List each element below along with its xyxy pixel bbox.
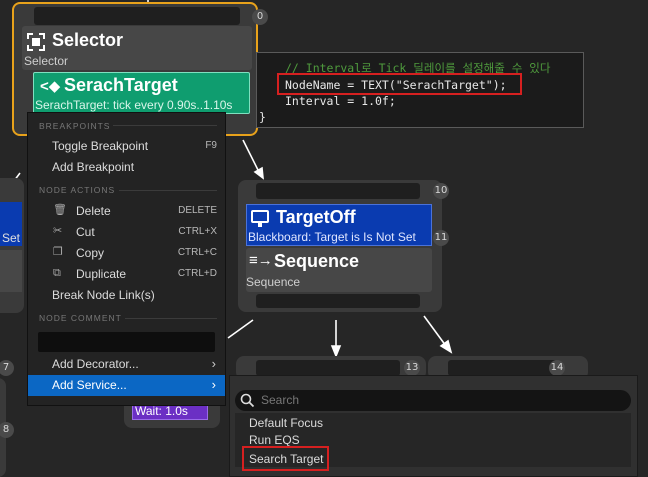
sequence-node-input-pin[interactable]: [256, 183, 420, 199]
bottom-node-a-badge: 13: [404, 360, 420, 376]
menu-cut-shortcut: CTRL+X: [178, 226, 217, 237]
decorator-title: TargetOff: [276, 207, 356, 227]
sequence-title: Sequence: [274, 251, 360, 271]
breakpoints-divider: [113, 125, 217, 126]
menu-copy[interactable]: ❐ Copy CTRL+C: [28, 243, 225, 264]
sequence-node-output-pin[interactable]: [256, 294, 420, 308]
duplicate-icon: ⧉: [53, 267, 61, 279]
service-subtitle: SerachTarget: tick every 0.90s..1.10s: [35, 98, 233, 112]
search-icon: [240, 393, 255, 408]
selector-node-input-pin[interactable]: [34, 7, 240, 25]
menu-delete-label: Delete: [76, 204, 111, 218]
bottom-node-b-pin[interactable]: [448, 360, 560, 376]
left-partial-composite: [0, 250, 22, 292]
selector-node-index-badge: 0: [252, 9, 268, 25]
breakpoints-header: BREAKPOINTS: [39, 121, 111, 131]
menu-break-node-links[interactable]: Break Node Link(s): [28, 285, 225, 306]
context-menu: BREAKPOINTS Toggle Breakpoint F9 Add Bre…: [27, 112, 226, 406]
node-actions-header: NODE ACTIONS: [39, 185, 116, 195]
menu-duplicate[interactable]: ⧉ Duplicate CTRL+D: [28, 264, 225, 285]
node-comment-divider: [125, 318, 217, 319]
bottom-node-b-badge: 14: [549, 360, 565, 376]
service-title: SerachTarget: [64, 75, 178, 95]
bottom-node-a-pin[interactable]: [256, 360, 400, 376]
copy-icon: ❐: [53, 246, 63, 258]
menu-toggle-breakpoint-label: Toggle Breakpoint: [52, 139, 149, 153]
trash-icon: 🗑: [53, 204, 67, 216]
node-actions-divider: [119, 190, 217, 191]
decorator-index-badge: 11: [433, 230, 449, 246]
chevron-right-icon: ›: [211, 377, 216, 392]
menu-delete[interactable]: 🗑 Delete DELETE: [28, 201, 225, 222]
selector-node-title: Selector: [52, 30, 124, 50]
sequence-node-index-badge: 10: [433, 183, 449, 199]
selector-icon-inner: [32, 38, 40, 46]
menu-break-node-links-label: Break Node Link(s): [52, 288, 155, 302]
menu-cut[interactable]: ✂ Cut CTRL+X: [28, 222, 225, 243]
monitor-icon-stand: [258, 223, 262, 227]
menu-duplicate-label: Duplicate: [76, 267, 127, 281]
sequence-composite[interactable]: ≡→ Sequence Sequence: [246, 248, 432, 292]
menu-delete-shortcut: DELETE: [178, 205, 217, 216]
selector-node-header[interactable]: Selector Selector: [22, 26, 252, 70]
left-partial-node[interactable]: Set: [0, 178, 24, 313]
code-interval-line: Interval = 1.0f;: [285, 94, 396, 108]
decorator-targetoff[interactable]: TargetOff Blackboard: Target is Is Not S…: [246, 204, 432, 246]
wait-label: Wait: 1.0s: [135, 404, 188, 418]
decorator-subtitle: Blackboard: Target is Is Not Set: [248, 230, 416, 244]
menu-toggle-breakpoint[interactable]: Toggle Breakpoint F9: [28, 136, 225, 157]
service-option-run-eqs[interactable]: Run EQS: [249, 433, 300, 447]
code-closing-brace: }: [259, 110, 266, 124]
service-search-box[interactable]: Search: [235, 390, 631, 411]
service-option-default-focus[interactable]: Default Focus: [249, 416, 323, 430]
sequence-node[interactable]: 10 TargetOff Blackboard: Target is Is No…: [238, 180, 449, 312]
menu-add-service[interactable]: Add Service... ›: [28, 375, 225, 396]
service-icon: <◆: [40, 78, 61, 95]
search-target-highlight-box: [242, 446, 329, 471]
menu-cut-label: Cut: [76, 225, 95, 239]
chevron-right-icon: ›: [211, 356, 216, 371]
menu-add-service-label: Add Service...: [52, 378, 127, 392]
sequence-subtitle: Sequence: [246, 275, 301, 289]
menu-toggle-breakpoint-shortcut: F9: [205, 140, 217, 151]
node-comment-input[interactable]: [38, 332, 215, 352]
sequence-icon: ≡→: [249, 252, 273, 269]
node-comment-header: NODE COMMENT: [39, 313, 122, 323]
monitor-icon: [251, 210, 269, 223]
menu-add-breakpoint-label: Add Breakpoint: [52, 160, 135, 174]
service-search-placeholder: Search: [261, 393, 300, 407]
menu-copy-shortcut: CTRL+C: [177, 247, 217, 258]
cut-icon: ✂: [53, 225, 63, 237]
code-highlight-box: [277, 73, 522, 95]
selector-node-subtitle: Selector: [24, 54, 69, 68]
menu-add-decorator-label: Add Decorator...: [52, 357, 139, 371]
menu-duplicate-shortcut: CTRL+D: [177, 268, 217, 279]
service-serachtarget[interactable]: <◆ SerachTarget SerachTarget: tick every…: [33, 72, 250, 114]
left-partial-text: Set: [2, 231, 21, 245]
menu-copy-label: Copy: [76, 246, 105, 260]
menu-add-breakpoint[interactable]: Add Breakpoint: [28, 157, 225, 178]
menu-add-decorator[interactable]: Add Decorator... ›: [28, 354, 225, 375]
